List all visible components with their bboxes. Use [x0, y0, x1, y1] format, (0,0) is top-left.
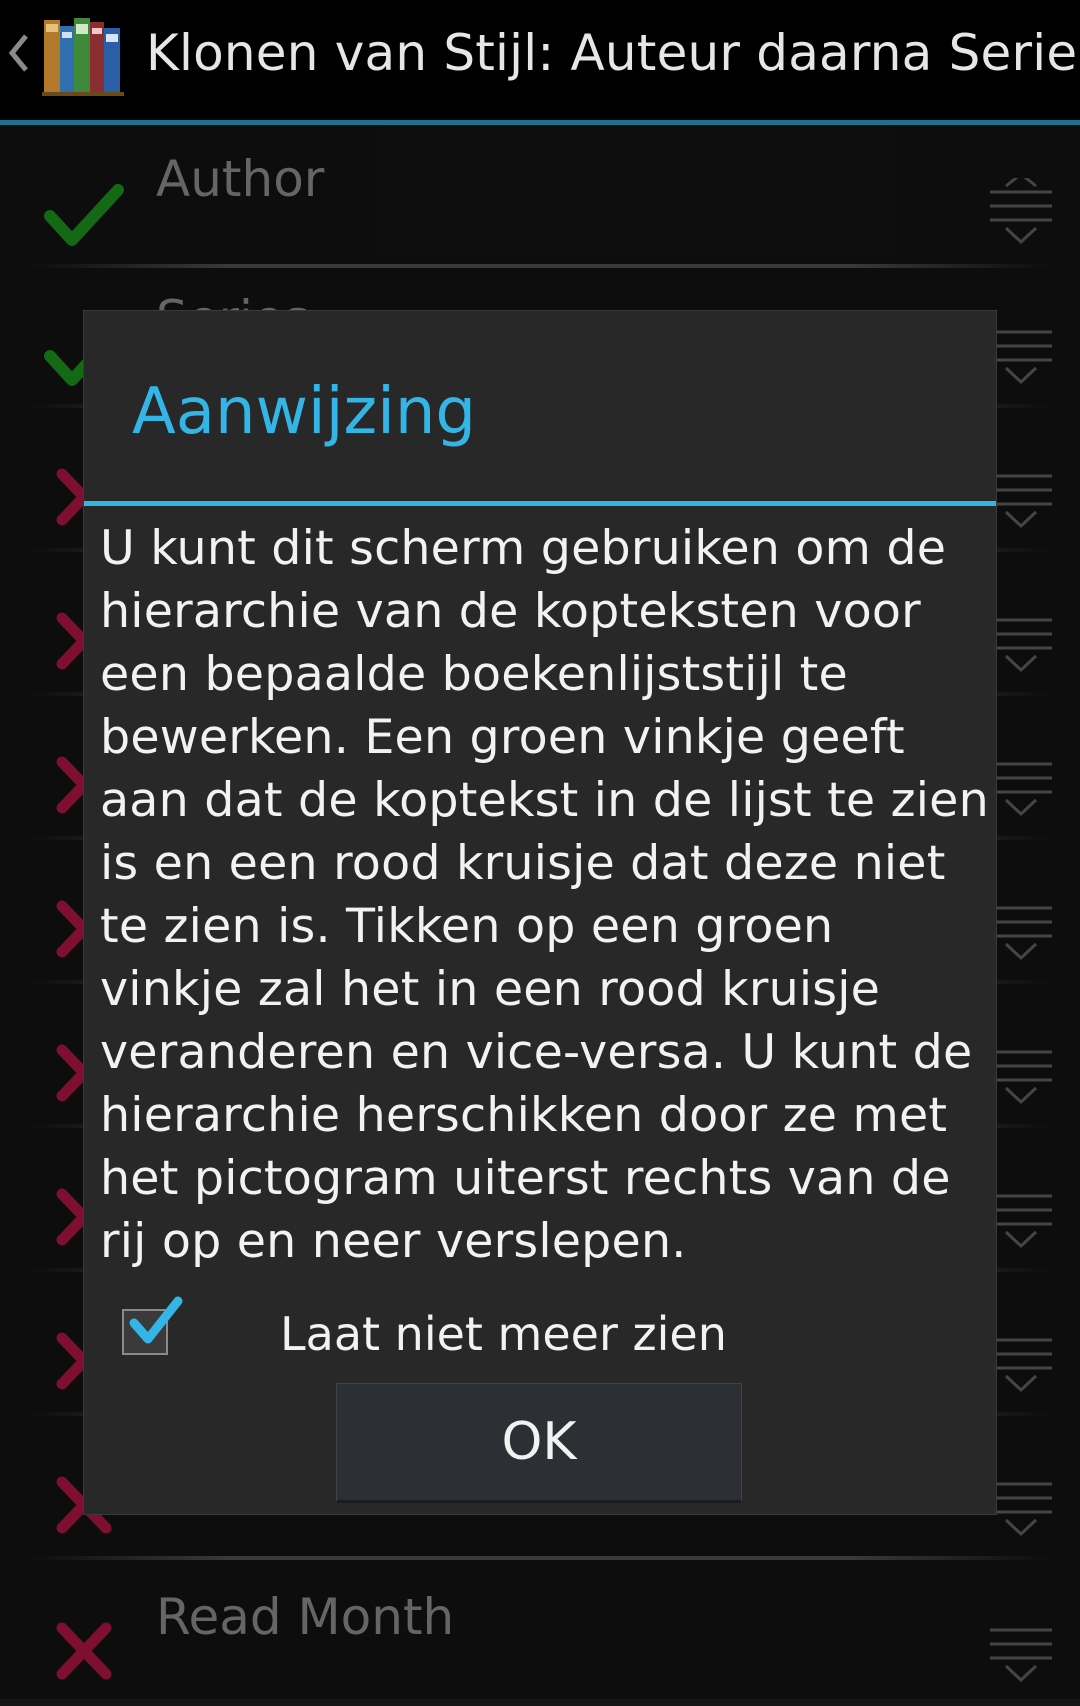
ok-button[interactable]: OK: [336, 1383, 742, 1503]
dialog-message: U kunt dit scherm gebruiken om de hierar…: [100, 521, 989, 1269]
checkbox-label[interactable]: Laat niet meer zien: [280, 1307, 727, 1361]
hint-dialog: Aanwijzing U kunt dit scherm gebruiken o…: [84, 311, 996, 1514]
chevron-left-icon[interactable]: [6, 28, 32, 78]
dialog-title-divider: [84, 501, 996, 506]
screen-title: Klonen van Stijl: Auteur daarna Serie: [146, 24, 1078, 82]
books-icon[interactable]: [40, 12, 126, 98]
dont-show-again-checkbox[interactable]: Laat niet meer zien: [122, 1296, 822, 1369]
action-bar: Klonen van Stijl: Auteur daarna Serie: [0, 0, 1080, 120]
checkmark-icon: [129, 1296, 183, 1344]
dialog-title: Aanwijzing: [132, 375, 477, 449]
